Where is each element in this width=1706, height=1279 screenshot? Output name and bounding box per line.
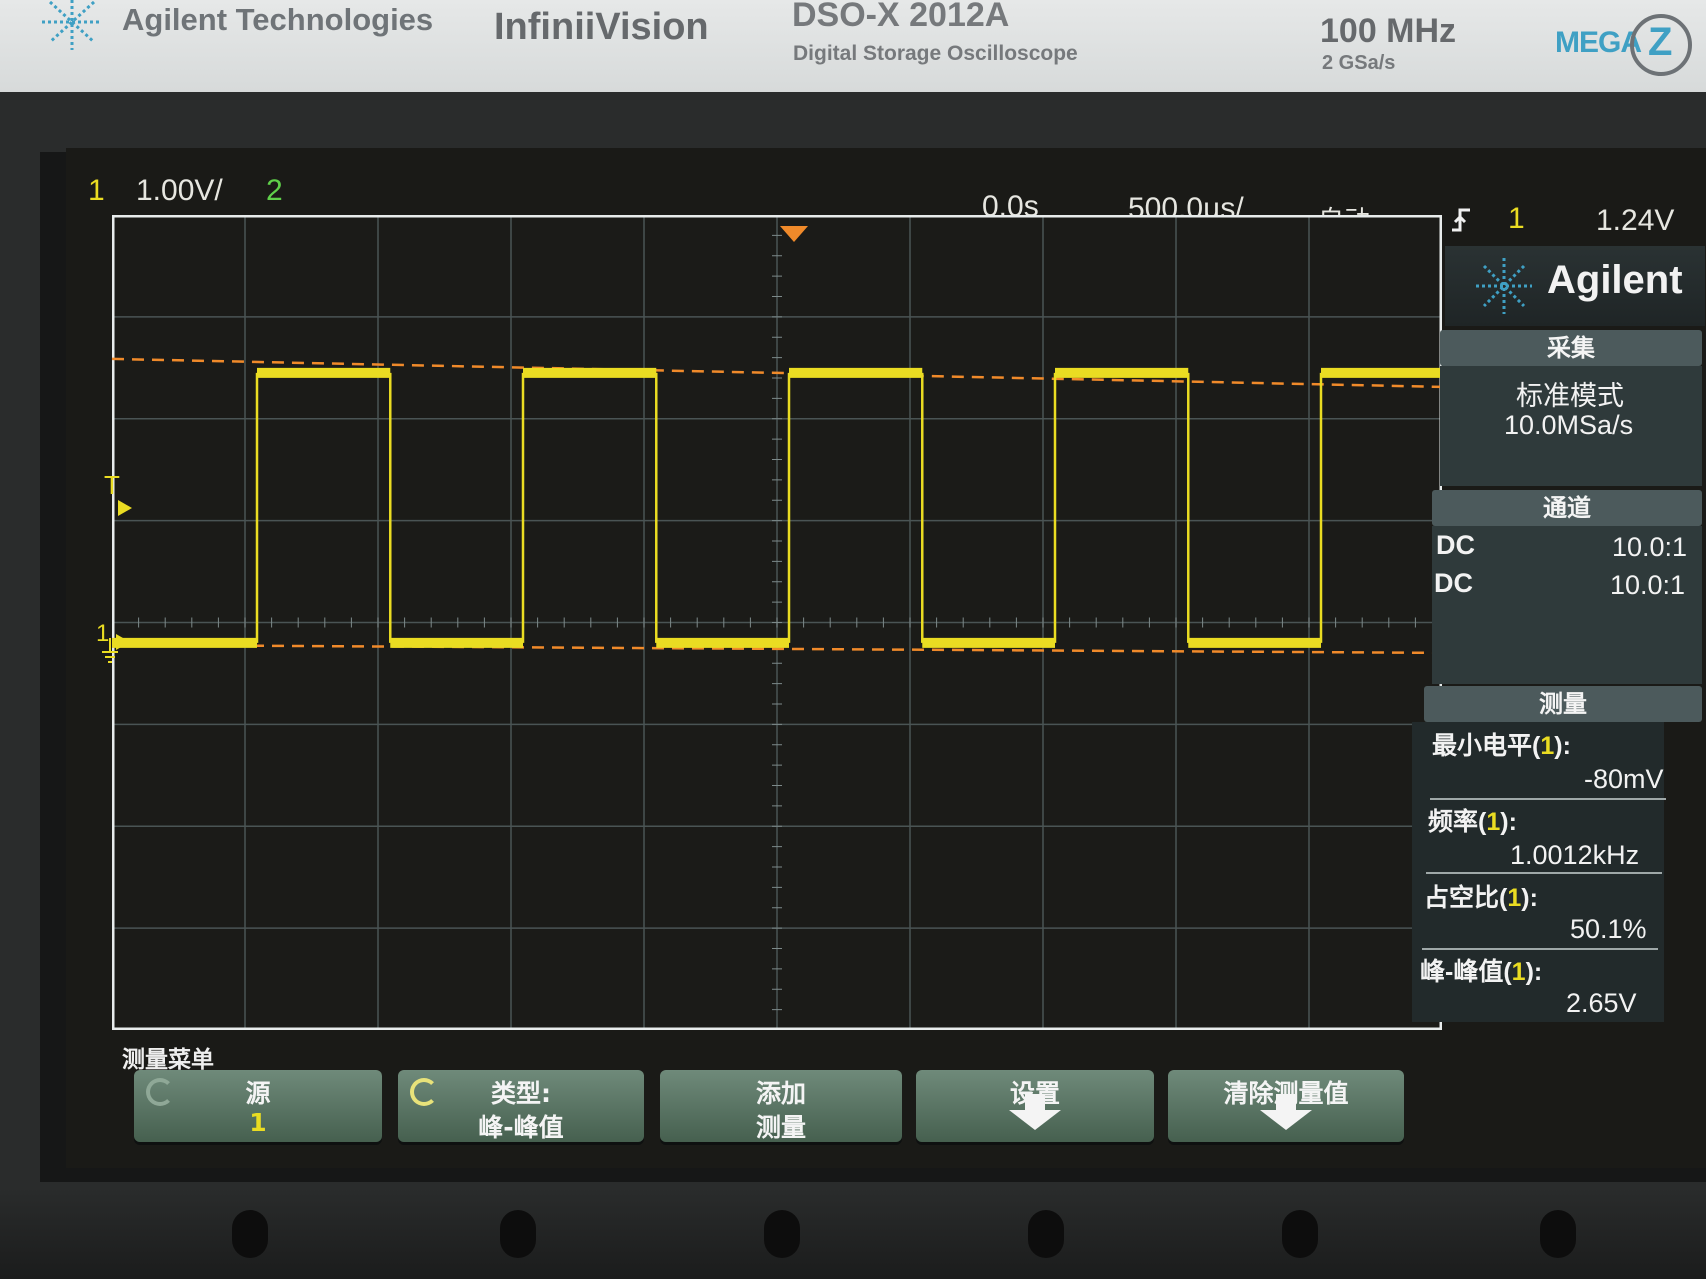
mega-z-letter: Z [1648, 20, 1673, 64]
trigger-level[interactable]: 1.24V [1596, 204, 1674, 238]
measure-2-name: 频率 [1428, 808, 1479, 836]
model-subtitle: Digital Storage Oscilloscope [793, 42, 1078, 65]
waveform-display[interactable] [112, 215, 1442, 1030]
measure-header[interactable]: 测量 [1424, 686, 1702, 722]
ch2-probe: 10.0:1 [1610, 570, 1686, 600]
mega-z-icon: Z [1630, 14, 1692, 76]
softkey-menu-title: 测量菜单 [122, 1047, 214, 1073]
softkey-type[interactable]: 类型: 峰-峰值 [398, 1070, 644, 1142]
trigger-position-marker-icon[interactable] [780, 226, 808, 244]
softkey-add-label: 添加 [755, 1079, 806, 1108]
ch1-coupling: DC [1436, 530, 1475, 560]
bandwidth-label: 100 MHz [1320, 12, 1457, 50]
ch1-scale[interactable]: 1.00V/ [136, 174, 223, 208]
arrow-down-icon [1260, 1094, 1312, 1130]
trigger-level-arrow-icon [118, 500, 132, 516]
softkey-add-label-2: 测量 [755, 1113, 806, 1142]
hardware-softkey-1[interactable] [232, 1210, 268, 1258]
softkey-add-measurement[interactable]: 添加 测量 [660, 1070, 902, 1142]
measure-4-value: 2.65V [1566, 988, 1637, 1018]
ch1-probe: 10.0:1 [1612, 532, 1688, 562]
model-number: DSO-X 2012A [792, 0, 1010, 34]
measure-2-source: 1 [1486, 808, 1501, 836]
brand-name: Agilent Technologies [122, 2, 434, 37]
measure-4-label: 峰-峰值(1): [1420, 958, 1543, 986]
measure-1-source: 1 [1540, 732, 1555, 760]
product-line: InfiniiVision [494, 6, 709, 48]
arrow-down-icon [1009, 1094, 1061, 1130]
softkey-type-label: 类型: [491, 1079, 551, 1108]
hardware-softkey-6[interactable] [1540, 1210, 1576, 1258]
trigger-source[interactable]: 1 [1508, 202, 1525, 236]
agilent-spark-icon [42, 0, 102, 50]
acquire-header[interactable]: 采集 [1440, 330, 1702, 366]
agilent-spark-icon-panel [1476, 258, 1532, 314]
mega-logo: MEGA [1555, 26, 1642, 59]
measure-1-label: 最小电平(1): [1432, 732, 1571, 760]
ch2-coupling: DC [1434, 568, 1473, 598]
measure-divider [1430, 798, 1666, 800]
measure-1-value: -80mV [1584, 764, 1664, 794]
trigger-level-marker[interactable]: T [104, 470, 120, 501]
softkey-source-value: 1 [249, 1108, 267, 1137]
panel-logo: Agilent [1547, 258, 1683, 302]
measure-4-name: 峰-峰值 [1420, 958, 1504, 986]
softkey-type-value: 峰-峰值 [478, 1113, 564, 1142]
measure-4-source: 1 [1511, 958, 1526, 986]
measure-3-name: 占空比 [1424, 884, 1500, 912]
hardware-softkey-3[interactable] [764, 1210, 800, 1258]
softkey-source[interactable]: 源 1 [134, 1070, 382, 1142]
channel-header[interactable]: 通道 [1432, 490, 1702, 526]
acquire-rate: 10.0MSa/s [1504, 410, 1634, 440]
measure-2-label: 频率(1): [1428, 808, 1517, 836]
hardware-softkey-2[interactable] [500, 1210, 536, 1258]
ch1-label[interactable]: 1 [88, 174, 105, 208]
softkey-settings[interactable]: 设置 [916, 1070, 1154, 1142]
front-bezel: Agilent Technologies InfiniiVision DSO-X… [0, 0, 1706, 95]
measure-1-name: 最小电平 [1432, 732, 1533, 760]
measure-divider [1426, 872, 1662, 874]
hardware-softkey-5[interactable] [1282, 1210, 1318, 1258]
ch2-label[interactable]: 2 [266, 174, 283, 208]
measure-3-source: 1 [1507, 884, 1522, 912]
sample-rate-label: 2 GSa/s [1322, 52, 1396, 74]
softkey-clear-measurements[interactable]: 清除测量值 [1168, 1070, 1404, 1142]
rising-edge-icon [1452, 208, 1470, 232]
measure-3-label: 占空比(1): [1424, 884, 1538, 912]
measure-2-value: 1.0012kHz [1510, 840, 1640, 870]
measure-3-value: 50.1% [1570, 914, 1647, 944]
ground-icon [102, 634, 130, 663]
softkey-source-label: 源 [245, 1079, 271, 1108]
measure-divider [1422, 948, 1658, 950]
acquire-mode: 标准模式 [1516, 381, 1624, 411]
hardware-softkey-4[interactable] [1028, 1210, 1064, 1258]
